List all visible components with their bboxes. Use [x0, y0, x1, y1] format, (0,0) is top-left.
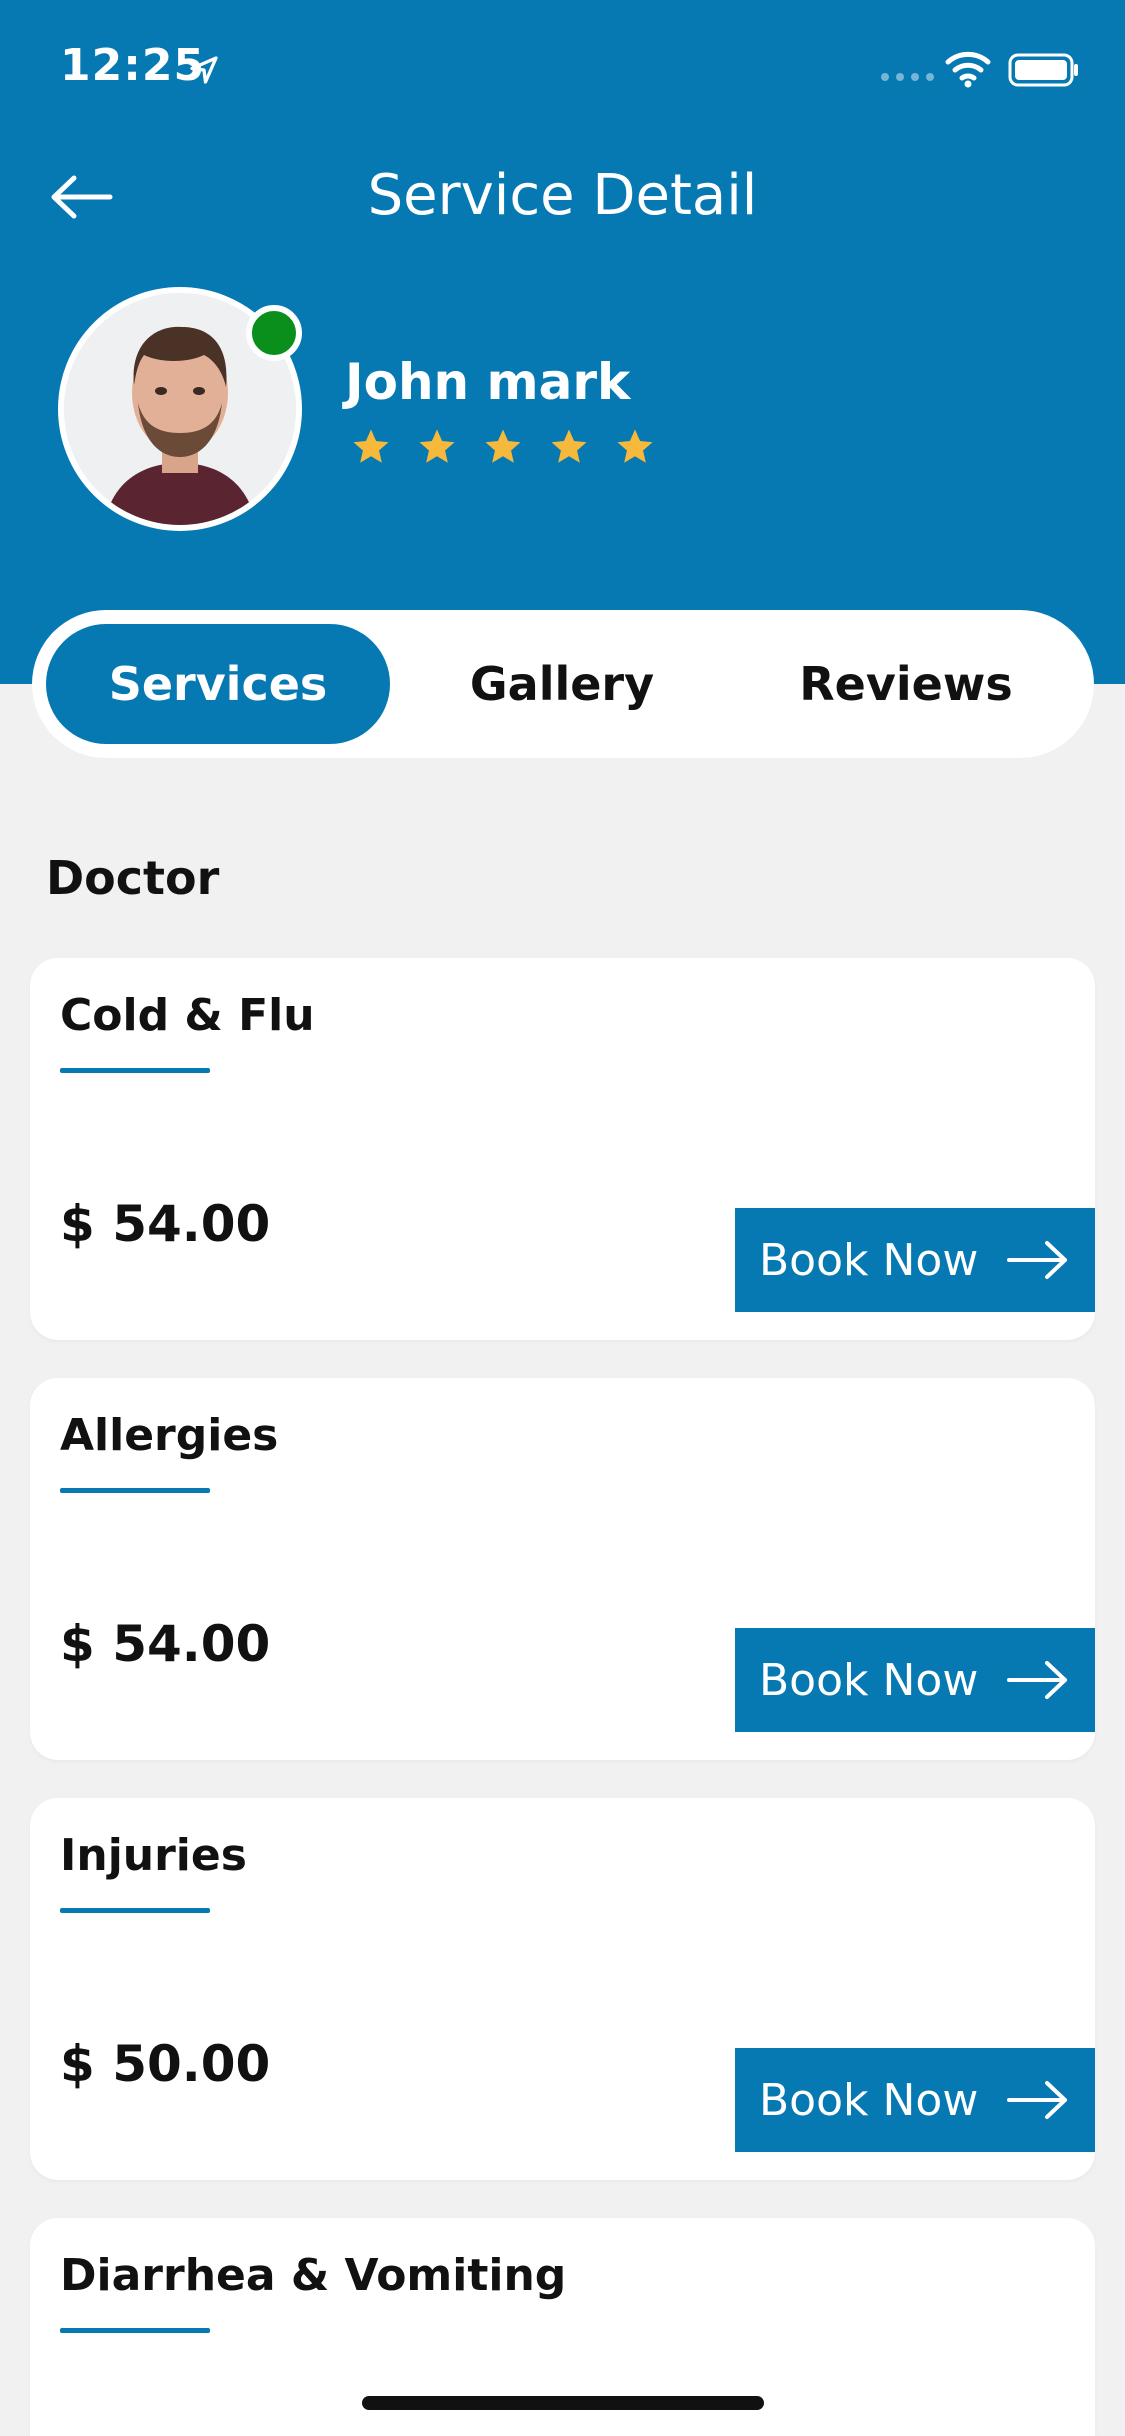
service-price: $ 54.00 [60, 1615, 271, 1673]
book-now-label: Book Now [759, 1234, 979, 1286]
title-underline [60, 1488, 210, 1493]
provider-name: John mark [345, 353, 631, 411]
battery-icon [1008, 53, 1078, 87]
star-icon [353, 429, 389, 463]
service-name: Injuries [60, 1830, 247, 1881]
service-card: Allergies $ 54.00 Book Now [30, 1378, 1095, 1760]
title-underline [60, 1908, 210, 1913]
star-icon [485, 429, 521, 463]
title-underline [60, 2328, 210, 2333]
service-name: Diarrhea & Vomiting [60, 2250, 567, 2301]
service-card: Cold & Flu $ 54.00 Book Now [30, 958, 1095, 1340]
star-icon [551, 429, 587, 463]
book-now-label: Book Now [759, 2074, 979, 2126]
book-now-button[interactable]: Book Now [735, 1208, 1095, 1312]
service-name: Cold & Flu [60, 990, 315, 1041]
book-now-label: Book Now [759, 1654, 979, 1706]
star-icon [419, 429, 455, 463]
service-price: $ 50.00 [60, 2035, 271, 2093]
book-now-button[interactable]: Book Now [735, 1628, 1095, 1732]
service-card: Injuries $ 50.00 Book Now [30, 1798, 1095, 2180]
section-title: Doctor [46, 851, 220, 905]
location-arrow-icon [190, 56, 218, 84]
rating-stars [350, 426, 656, 468]
tab-gallery[interactable]: Gallery [390, 624, 734, 744]
book-now-button[interactable]: Book Now [735, 2048, 1095, 2152]
status-bar: 12:25 [0, 0, 1125, 140]
arrow-right-icon [1007, 2081, 1067, 2119]
tab-bar: Services Gallery Reviews [32, 610, 1094, 758]
home-indicator[interactable] [362, 2396, 764, 2410]
tab-reviews[interactable]: Reviews [734, 624, 1078, 744]
cellular-signal-icon [881, 73, 934, 81]
service-name: Allergies [60, 1410, 279, 1461]
page-title: Service Detail [367, 163, 758, 228]
wifi-icon [945, 51, 991, 88]
online-status-indicator [246, 305, 302, 361]
status-time: 12:25 [60, 40, 206, 91]
title-underline [60, 1068, 210, 1073]
star-icon [617, 429, 653, 463]
service-price: $ 54.00 [60, 1195, 271, 1253]
arrow-right-icon [1007, 1241, 1067, 1279]
arrow-right-icon [1007, 1661, 1067, 1699]
service-detail-screen: 12:25 Service Detail John mark Services … [0, 0, 1125, 2436]
tab-services[interactable]: Services [46, 624, 390, 744]
